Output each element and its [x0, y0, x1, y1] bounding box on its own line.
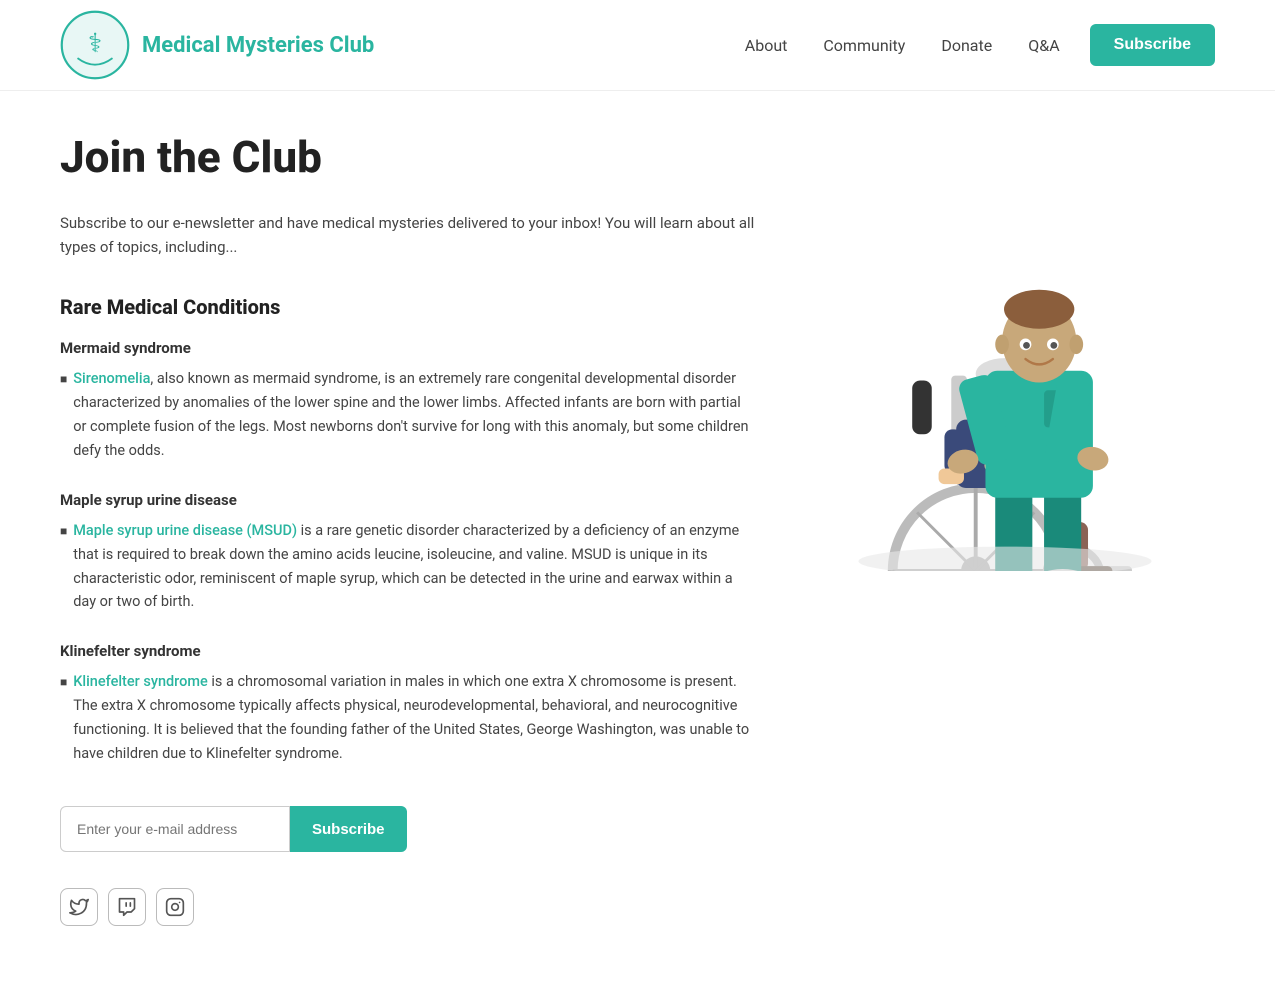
msud-link[interactable]: Maple syrup urine disease (MSUD): [73, 522, 297, 539]
list-item: ■ Klinefelter syndrome is a chromosomal …: [60, 670, 755, 766]
logo-icon: ⚕: [60, 10, 130, 80]
nav-donate[interactable]: Donate: [927, 28, 1006, 63]
twitter-icon: [69, 897, 89, 917]
condition-text: Sirenomelia, also known as mermaid syndr…: [73, 367, 755, 463]
condition-title-mermaid: Mermaid syndrome: [60, 339, 755, 357]
section-title: Rare Medical Conditions: [60, 295, 755, 319]
instagram-icon-link[interactable]: [156, 888, 194, 926]
condition-text: Maple syrup urine disease (MSUD) is a ra…: [73, 519, 755, 615]
condition-list-mermaid: ■ Sirenomelia, also known as mermaid syn…: [60, 367, 755, 463]
condition-title-klinefelter: Klinefelter syndrome: [60, 642, 755, 660]
content-area: Join the Club Subscribe to our e-newslet…: [60, 131, 755, 926]
sirenomelia-link[interactable]: Sirenomelia: [73, 370, 150, 387]
list-item: ■ Sirenomelia, also known as mermaid syn…: [60, 367, 755, 463]
condition-list-klinefelter: ■ Klinefelter syndrome is a chromosomal …: [60, 670, 755, 766]
header-subscribe-button[interactable]: Subscribe: [1090, 24, 1215, 66]
illustration-area: [795, 131, 1215, 926]
social-icons-row: [60, 888, 755, 926]
condition-title-maple: Maple syrup urine disease: [60, 491, 755, 509]
main-nav: About Community Donate Q&A Subscribe: [731, 24, 1215, 66]
twitter-icon-link[interactable]: [60, 888, 98, 926]
condition-text: Klinefelter syndrome is a chromosomal va…: [73, 670, 755, 766]
condition-klinefelter: Klinefelter syndrome ■ Klinefelter syndr…: [60, 642, 755, 766]
list-item: ■ Maple syrup urine disease (MSUD) is a …: [60, 519, 755, 615]
site-header: ⚕ Medical Mysteries Club About Community…: [0, 0, 1275, 91]
main-content: Join the Club Subscribe to our e-newslet…: [0, 91, 1275, 986]
twitch-icon-link[interactable]: [108, 888, 146, 926]
nav-about[interactable]: About: [731, 28, 802, 63]
condition-desc-0: , also known as mermaid syndrome, is an …: [73, 370, 748, 459]
nav-community[interactable]: Community: [809, 28, 919, 63]
email-input[interactable]: [60, 806, 290, 852]
bullet-icon: ■: [60, 522, 67, 615]
nav-qa[interactable]: Q&A: [1014, 28, 1073, 63]
klinefelter-link[interactable]: Klinefelter syndrome: [73, 673, 208, 690]
condition-maple: Maple syrup urine disease ■ Maple syrup …: [60, 491, 755, 615]
condition-list-maple: ■ Maple syrup urine disease (MSUD) is a …: [60, 519, 755, 615]
svg-text:⚕: ⚕: [88, 29, 102, 59]
twitch-icon: [117, 897, 137, 917]
site-title: Medical Mysteries Club: [142, 33, 374, 58]
logo-link[interactable]: ⚕ Medical Mysteries Club: [60, 10, 374, 80]
bullet-icon: ■: [60, 673, 67, 766]
medical-illustration: [795, 151, 1215, 571]
intro-text: Subscribe to our e-newsletter and have m…: [60, 211, 755, 259]
page-title: Join the Club: [60, 131, 755, 183]
email-subscribe-button[interactable]: Subscribe: [290, 806, 407, 852]
condition-mermaid: Mermaid syndrome ■ Sirenomelia, also kno…: [60, 339, 755, 463]
instagram-icon: [165, 897, 185, 917]
email-subscribe-row: Subscribe: [60, 806, 755, 852]
bullet-icon: ■: [60, 370, 67, 463]
